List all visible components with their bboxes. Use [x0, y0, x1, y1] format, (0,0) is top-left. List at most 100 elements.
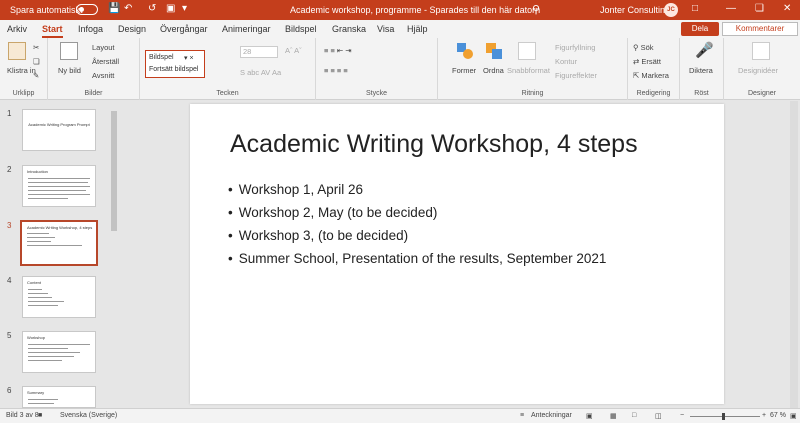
minimize-icon[interactable]: —: [726, 3, 736, 14]
slideshow-dropdown[interactable]: Bildspel ▾ × Fortsätt bildspel: [145, 50, 205, 78]
thumbnail-slide-3[interactable]: Academic Writing Workshop, 4 steps: [20, 220, 98, 266]
zoom-level[interactable]: 67 %: [770, 412, 786, 419]
editing-label: Redigering: [636, 90, 671, 97]
slide-scroll-track[interactable]: [790, 101, 798, 408]
format-painter-icon[interactable]: ✎: [33, 71, 39, 80]
dropdown-close-icon[interactable]: ▾ ×: [184, 54, 194, 62]
thumbnail-scroll-thumb[interactable]: [111, 111, 117, 231]
account-name[interactable]: Jonter Consulting: [600, 5, 670, 15]
design-ideas-icon[interactable]: [752, 42, 770, 60]
notes-button[interactable]: Anteckningar: [531, 412, 572, 419]
slide-canvas[interactable]: Academic Writing Workshop, 4 steps Works…: [190, 104, 724, 404]
customize-qat-icon[interactable]: ▾: [182, 3, 187, 15]
zoom-slider-thumb[interactable]: [722, 413, 725, 420]
shape-effects-button[interactable]: Figureffekter: [555, 71, 597, 80]
drawing-label: Ritning: [521, 90, 544, 97]
tab-granska[interactable]: Granska: [332, 24, 366, 34]
paste-icon[interactable]: [8, 42, 26, 60]
shapes-button[interactable]: Former: [452, 66, 476, 75]
share-button[interactable]: Dela: [681, 22, 719, 36]
language-status[interactable]: Svenska (Sverige): [60, 412, 117, 419]
slide-title[interactable]: Academic Writing Workshop, 4 steps: [230, 130, 638, 159]
designer-label: Designer: [747, 90, 776, 97]
tab-arkiv[interactable]: Arkiv: [7, 24, 27, 34]
quick-styles-icon[interactable]: [518, 42, 536, 60]
select-button[interactable]: ⇱ Markera: [633, 71, 669, 80]
reading-view-icon[interactable]: □: [632, 412, 636, 419]
slide-sorter-icon[interactable]: ▦: [610, 412, 617, 420]
shape-outline-button[interactable]: Kontur: [555, 57, 577, 66]
thumbnail-slide-2[interactable]: Introduction: [22, 165, 96, 207]
undo-icon[interactable]: ↶: [124, 3, 132, 15]
zoom-slider[interactable]: [690, 416, 760, 417]
thumbnail-slide-1[interactable]: Academic Writing Program Prompt: [22, 109, 96, 151]
bullets-icon[interactable]: ≡ ≡ ⇤ ⇥: [324, 46, 352, 55]
find-button[interactable]: ⚲ Sök: [633, 43, 654, 52]
start-from-beginning-icon[interactable]: ▣: [166, 3, 175, 15]
tab-infoga[interactable]: Infoga: [78, 24, 103, 34]
paste-button[interactable]: Klistra in: [7, 66, 36, 75]
section-button[interactable]: Avsnitt: [92, 71, 114, 80]
tab-overgangar[interactable]: Övergångar: [160, 24, 208, 34]
group-designer: Designidéer Designer: [724, 38, 800, 100]
redo-icon[interactable]: ↺: [148, 3, 156, 15]
status-bar: Bild 3 av 8 ■ Svenska (Sverige) ≡ Anteck…: [0, 408, 800, 423]
tab-design[interactable]: Design: [118, 24, 146, 34]
tab-bildspel[interactable]: Bildspel: [285, 24, 317, 34]
align-icons[interactable]: ≡ ≡ ≡ ≡: [324, 66, 348, 75]
thumbnail-slide-5[interactable]: Workshop: [22, 331, 96, 373]
fit-to-window-icon[interactable]: ▣: [790, 412, 797, 420]
thumbnail-slide-4[interactable]: Content: [22, 276, 96, 318]
zoom-in-icon[interactable]: +: [762, 412, 766, 419]
slide-scrollbar[interactable]: [788, 101, 800, 408]
tab-hjalp[interactable]: Hjälp: [407, 24, 428, 34]
normal-view-icon[interactable]: ▣: [586, 412, 593, 420]
microphone-icon[interactable]: 🎤: [695, 41, 714, 59]
bullet-item[interactable]: Summer School, Presentation of the resul…: [228, 251, 607, 274]
comments-button[interactable]: Kommentarer: [722, 22, 798, 36]
new-slide-icon[interactable]: [60, 42, 78, 60]
tab-animeringar[interactable]: Animeringar: [222, 24, 271, 34]
restore-icon[interactable]: ❏: [755, 3, 764, 14]
arrange-icon[interactable]: [485, 42, 503, 60]
ribbon-display-icon[interactable]: □: [692, 3, 698, 14]
accessibility-icon[interactable]: ■: [38, 412, 42, 419]
tab-visa[interactable]: Visa: [377, 24, 394, 34]
zoom-out-icon[interactable]: −: [680, 412, 684, 419]
layout-button[interactable]: Layout: [92, 43, 115, 52]
new-slide-button[interactable]: Ny bild: [58, 66, 86, 75]
bullet-item[interactable]: Workshop 1, April 26: [228, 182, 606, 205]
dictate-button[interactable]: Diktera: [689, 66, 713, 75]
thumbnail-scrollbar[interactable]: [110, 101, 118, 408]
shapes-icon[interactable]: [456, 42, 474, 60]
font-size-field[interactable]: 28: [240, 46, 278, 58]
tab-start[interactable]: Start: [42, 24, 63, 38]
reset-button[interactable]: Återställ: [92, 57, 119, 66]
font-grow-icon[interactable]: Aˆ Aˇ: [285, 46, 302, 55]
thumbnail-slide-6[interactable]: Summary: [22, 386, 96, 408]
autosave-toggle[interactable]: [76, 4, 98, 15]
slideshow-view-icon[interactable]: ◫: [655, 412, 662, 420]
resume-slideshow-item[interactable]: Fortsätt bildspel: [149, 66, 198, 73]
document-title[interactable]: Academic workshop, programme - Sparades …: [290, 5, 540, 15]
search-icon[interactable]: ⚲: [532, 3, 540, 16]
copy-icon[interactable]: ❏: [33, 57, 40, 66]
avatar[interactable]: JC: [664, 3, 678, 17]
group-paragraph: ≡ ≡ ⇤ ⇥ ≡ ≡ ≡ ≡ Stycke: [316, 38, 438, 100]
shape-fill-button[interactable]: Figurfyllning: [555, 43, 595, 52]
notes-icon[interactable]: ≡: [520, 412, 524, 419]
close-icon[interactable]: ✕: [783, 3, 791, 14]
bullet-item[interactable]: Workshop 2, May (to be decided): [228, 205, 606, 228]
slide-bullet-list[interactable]: Workshop 1, April 26 Workshop 2, May (to…: [228, 182, 607, 274]
replace-button[interactable]: ⇄ Ersätt: [633, 57, 661, 66]
bullet-item[interactable]: Workshop 3, (to be decided): [228, 228, 606, 251]
thumbnail-title: Academic Writing Workshop, 4 steps: [27, 225, 93, 230]
cut-icon[interactable]: ✂: [33, 43, 39, 52]
save-icon[interactable]: 💾: [108, 3, 120, 15]
paragraph-label: Stycke: [365, 90, 387, 97]
arrange-button[interactable]: Ordna: [483, 66, 504, 75]
thumbnail-number: 3: [7, 221, 12, 230]
quick-styles-button[interactable]: Snabbformat: [507, 66, 550, 75]
font-format-icons[interactable]: S abc AV Aa: [240, 68, 281, 77]
design-ideas-button[interactable]: Designidéer: [738, 66, 778, 75]
